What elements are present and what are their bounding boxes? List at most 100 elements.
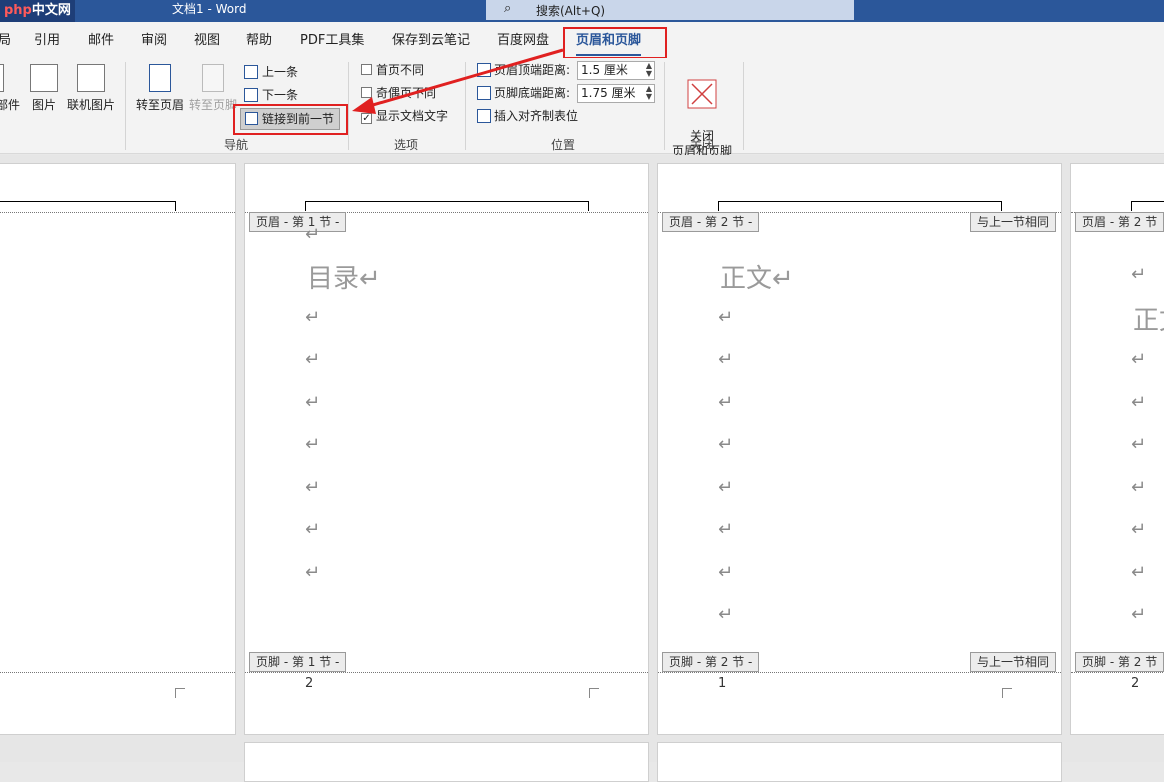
goto-footer-icon [202, 64, 224, 92]
paragraph-mark: ↵ [305, 349, 321, 370]
paragraph-mark: ↵ [1131, 477, 1147, 498]
footer-separator [0, 672, 235, 673]
page-2[interactable]: 页眉 - 第 1 节 - ↵ 目录↵ ↵ ↵ ↵ ↵ ↵ ↵ ↵ 页脚 - 第 … [244, 163, 649, 735]
tab-review[interactable]: 审阅 [141, 22, 167, 58]
header-section-tag: 页眉 - 第 2 节 - [662, 212, 760, 232]
tab-baidu-netdisk[interactable]: 百度网盘 [497, 22, 549, 58]
tab-pdf-tools[interactable]: PDF工具集 [300, 22, 364, 58]
picture-button[interactable]: 图片 [28, 64, 60, 113]
header-top-spinner[interactable]: 1.5 厘米 ▲ ▼ [577, 61, 655, 80]
highlight-box-link [233, 104, 348, 135]
search-input[interactable]: ⌕ 搜索(Alt+Q) [486, 0, 854, 20]
paragraph-mark: ↵ [305, 477, 321, 498]
picture-icon [30, 64, 58, 92]
spinner-arrows-icon[interactable]: ▲ ▼ [646, 62, 652, 78]
previous-label: 上一条 [262, 65, 299, 79]
header-border-tick [305, 201, 306, 211]
paragraph-mark: ↵ [718, 434, 734, 455]
header-border-tick [1001, 201, 1002, 211]
paragraph-mark: ↵ [305, 392, 321, 413]
title-bar: php中文网 文档1 - Word ⌕ 搜索(Alt+Q) [0, 0, 1164, 22]
footer-separator [658, 672, 1061, 673]
footer-separator [245, 672, 648, 673]
group-separator [348, 62, 349, 150]
group-separator [664, 62, 665, 150]
tab-layout[interactable]: 局 [0, 22, 11, 58]
first-page-different-checkbox[interactable]: 首页不同 [361, 62, 424, 78]
previous-section-button[interactable]: 上一条 [244, 62, 298, 82]
goto-header-icon [149, 64, 171, 92]
header-border-tick [1131, 201, 1132, 211]
paragraph-mark: ↵ [305, 307, 321, 328]
close-icon [687, 79, 717, 109]
paragraph-mark: ↵ [305, 224, 321, 245]
quick-parts-icon [0, 64, 4, 92]
site-logo: php中文网 [0, 0, 75, 22]
goto-header-label: 转至页眉 [135, 98, 184, 112]
online-picture-label: 联机图片 [66, 98, 115, 112]
paragraph-mark: ↵ [718, 392, 734, 413]
tab-view[interactable]: 视图 [194, 22, 220, 58]
goto-footer-label: 转至页脚 [188, 98, 237, 112]
header-border [305, 201, 589, 202]
quick-parts-label: 部件 [0, 98, 20, 112]
header-section-tag: 页眉 - 第 1 节 - [249, 212, 347, 232]
header-border [0, 201, 176, 202]
header-top-icon [477, 63, 491, 77]
paragraph-mark: ↵ [718, 477, 734, 498]
page-6[interactable] [657, 742, 1062, 782]
group-label-navigation: 导航 [224, 138, 249, 152]
header-top-label: 页眉顶端距离: [494, 63, 571, 77]
group-label-close: 关闭 [690, 138, 715, 152]
page-4[interactable]: 页眉 - 第 2 节 ↵ 正文 ↵ ↵ ↵ ↵ ↵ ↵ ↵ 页脚 - 第 2 节… [1070, 163, 1164, 735]
page-5[interactable] [244, 742, 649, 782]
paragraph-mark: ↵ [1131, 604, 1147, 625]
group-label-options: 选项 [394, 138, 419, 152]
tab-mailings[interactable]: 邮件 [88, 22, 114, 58]
footer-bottom-distance: 页脚底端距离: 1.75 厘米 ▲ ▼ [477, 83, 657, 103]
group-separator [743, 62, 744, 150]
tab-help[interactable]: 帮助 [246, 22, 272, 58]
online-picture-button[interactable]: 联机图片 [66, 64, 116, 113]
search-icon: ⌕ [504, 1, 512, 16]
paragraph-mark: ↵ [1131, 434, 1147, 455]
header-border [1131, 201, 1164, 202]
show-document-text-checkbox[interactable]: ✓ 显示文档文字 [361, 108, 448, 124]
paragraph-mark: ↵ [718, 349, 734, 370]
body-heading[interactable]: 正文 [1133, 300, 1164, 337]
paragraph-mark: ↵ [305, 434, 321, 455]
online-picture-icon [77, 64, 105, 92]
header-separator [0, 212, 235, 213]
odd-even-different-checkbox[interactable]: 奇偶页不同 [361, 85, 436, 101]
paragraph-mark: ↵ [305, 519, 321, 540]
footer-section-tag: 页脚 - 第 2 节 - [662, 652, 760, 672]
same-as-previous-tag: 与上一节相同 [970, 652, 1057, 672]
next-label: 下一条 [262, 88, 299, 102]
ribbon: 部件 图片 联机图片 转至页眉 转至页脚 上一条 下一条 导航 首页不同 奇偶页… [0, 58, 1164, 158]
next-icon [244, 88, 258, 102]
page-1[interactable] [0, 163, 236, 735]
goto-footer-button[interactable]: 转至页脚 [188, 64, 238, 113]
paragraph-mark: ↵ [1131, 349, 1147, 370]
tab-cloud-notes[interactable]: 保存到云笔记 [392, 22, 470, 58]
quick-parts-button[interactable]: 部件 [0, 64, 22, 113]
spinner-arrows-icon[interactable]: ▲ ▼ [646, 85, 652, 101]
paragraph-mark: ↵ [718, 562, 734, 583]
paragraph-mark: ↵ [1131, 562, 1147, 583]
page-number[interactable]: 2 [1131, 676, 1139, 691]
footer-bottom-spinner[interactable]: 1.75 厘米 ▲ ▼ [577, 84, 655, 103]
body-heading[interactable]: 正文↵ [720, 258, 794, 295]
picture-label: 图片 [31, 98, 56, 112]
page-number[interactable]: 1 [718, 676, 726, 691]
next-section-button[interactable]: 下一条 [244, 85, 298, 105]
goto-header-button[interactable]: 转至页眉 [134, 64, 186, 113]
search-placeholder: 搜索(Alt+Q) [536, 4, 606, 18]
page-3[interactable]: 页眉 - 第 2 节 - 与上一节相同 正文↵ ↵ ↵ ↵ ↵ ↵ ↵ ↵ ↵ … [657, 163, 1062, 735]
toc-heading[interactable]: 目录↵ [307, 258, 381, 295]
insert-alignment-tab-button[interactable]: 插入对齐制表位 [477, 106, 578, 126]
header-top-distance: 页眉顶端距离: 1.5 厘米 ▲ ▼ [477, 60, 657, 80]
tab-references[interactable]: 引用 [34, 22, 60, 58]
page-number[interactable]: 2 [305, 676, 313, 691]
previous-icon [244, 65, 258, 79]
margin-corner [1002, 688, 1012, 698]
